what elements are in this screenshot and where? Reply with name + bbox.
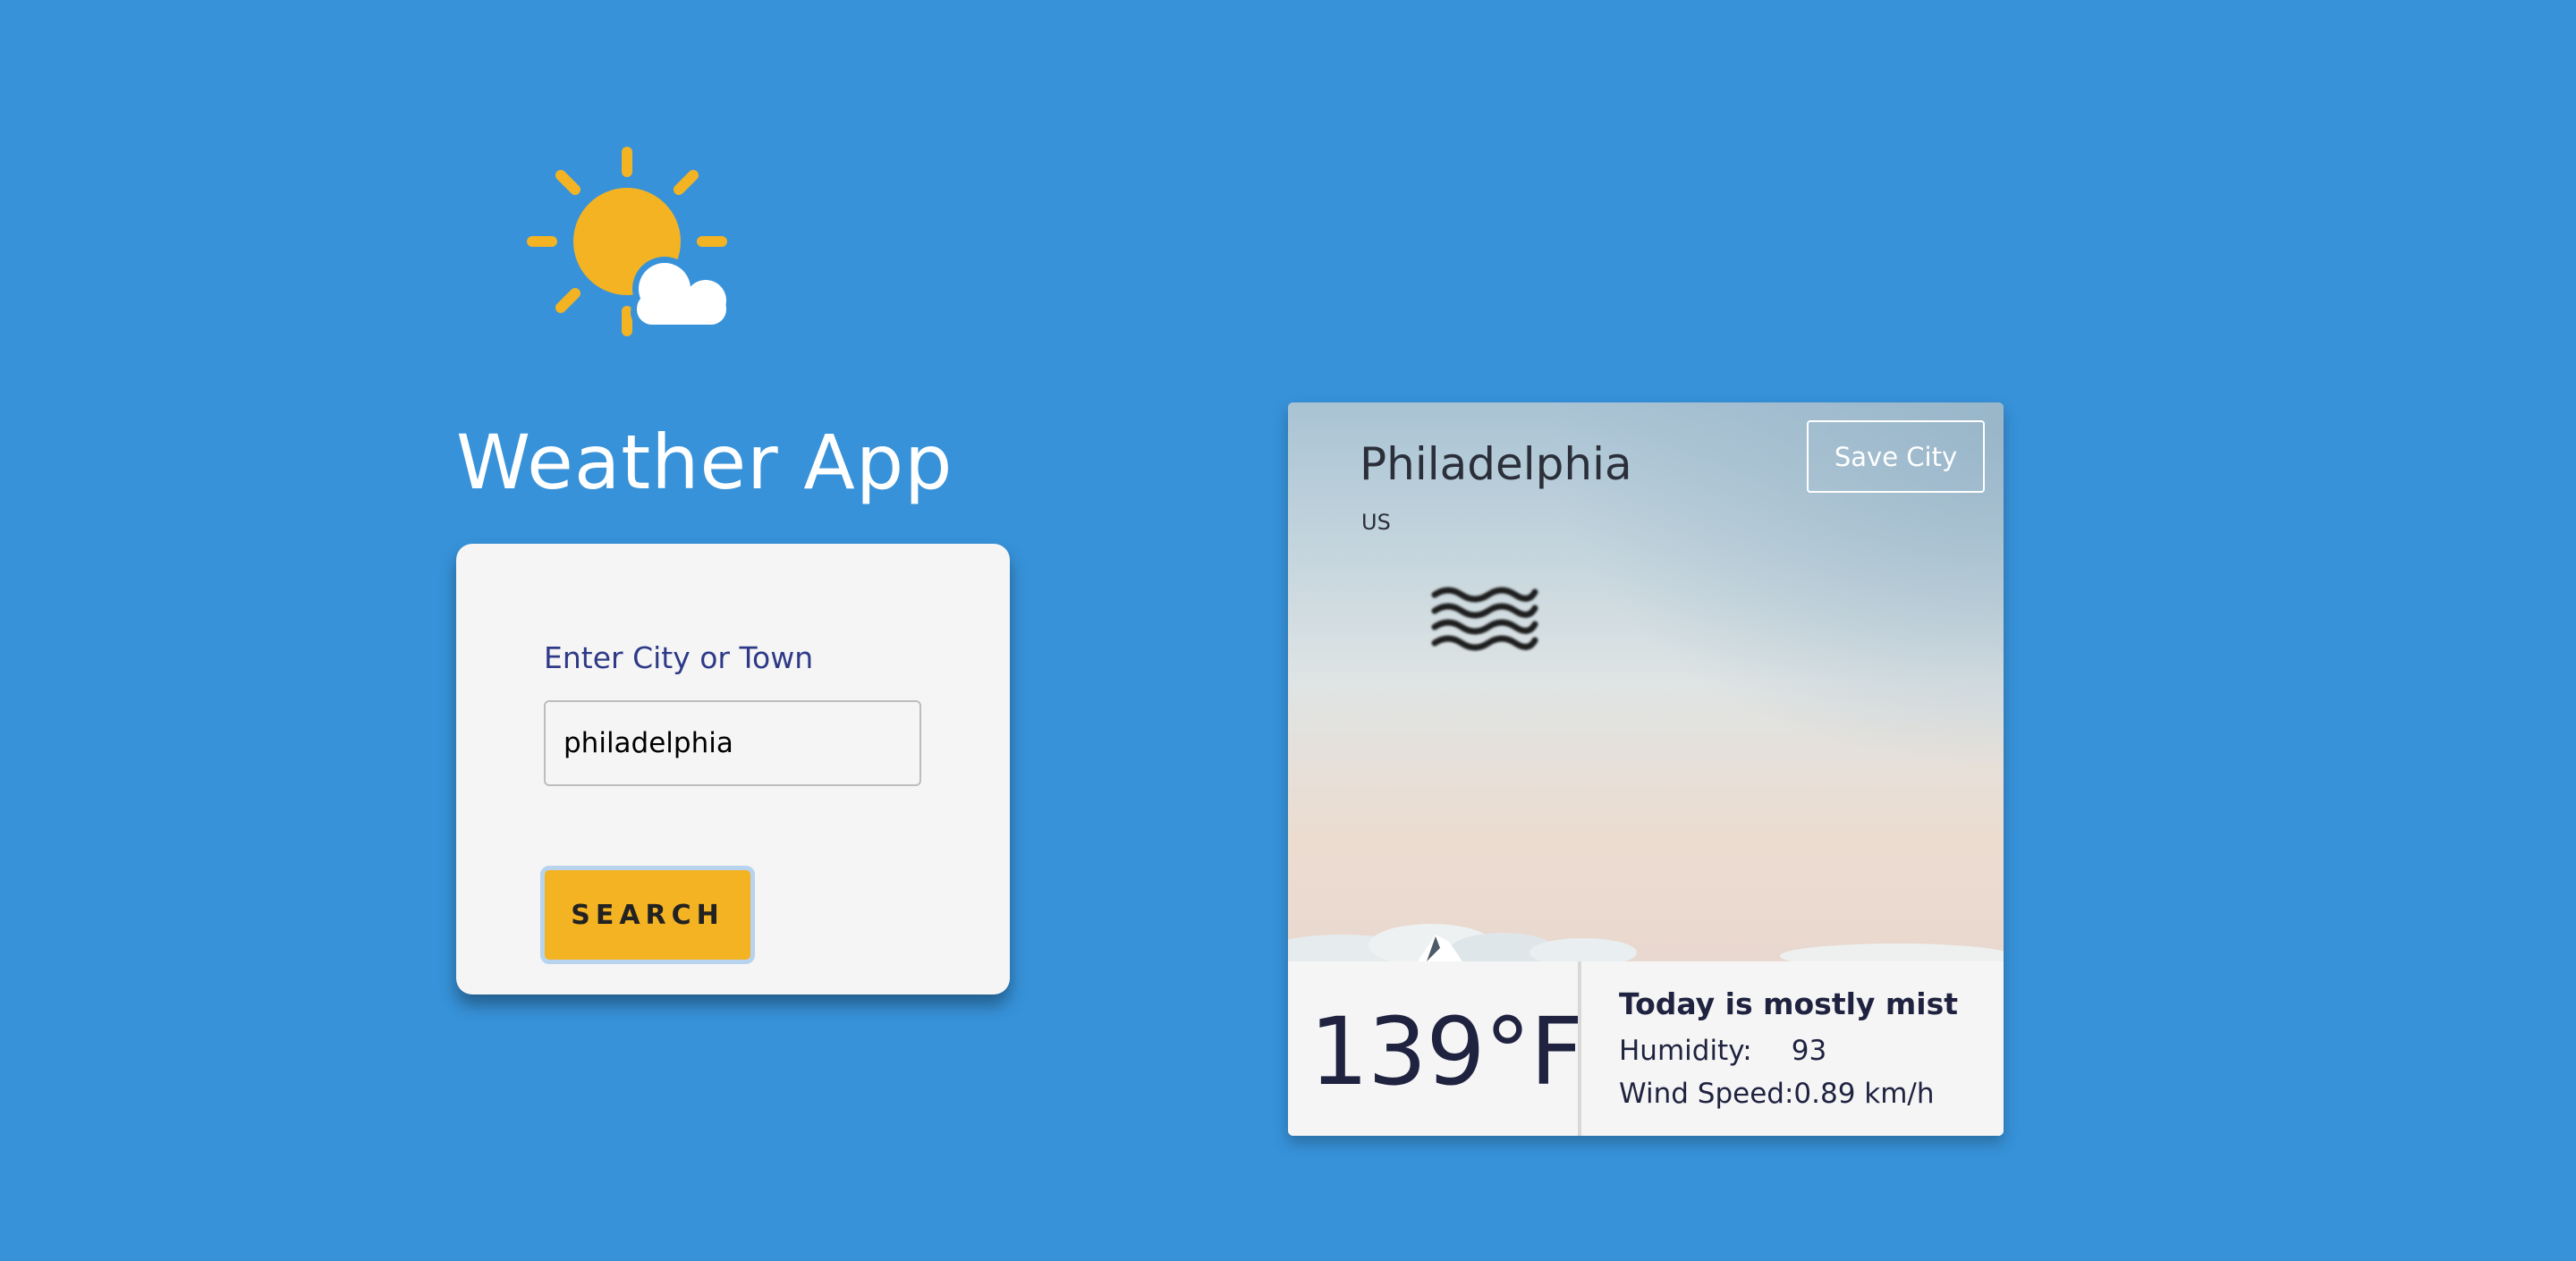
sun-cloud-logo-icon — [527, 147, 738, 336]
search-button[interactable]: SEARCH — [540, 866, 755, 964]
mist-icon — [1431, 587, 1538, 651]
wind-speed-label: Wind Speed: — [1619, 1078, 1794, 1110]
app-title: Weather App — [456, 419, 953, 506]
country-code: US — [1361, 510, 1391, 535]
search-card: Enter City or Town SEARCH — [456, 544, 1010, 994]
wind-speed-row: Wind Speed:0.89 km/h — [1619, 1078, 1935, 1110]
search-label: Enter City or Town — [544, 640, 814, 675]
wind-speed-value: 0.89 km/h — [1793, 1078, 1935, 1110]
humidity-label: Humidity: — [1619, 1035, 1752, 1067]
weather-background: Philadelphia US Save City — [1288, 402, 2004, 961]
clouds-illustration — [1288, 924, 2004, 961]
weather-card: Philadelphia US Save City 139°F Today is… — [1288, 402, 2004, 1136]
divider — [1578, 961, 1581, 1136]
humidity-value: 93 — [1791, 1035, 1827, 1067]
temperature: 139°F — [1309, 997, 1583, 1106]
weather-details: 139°F Today is mostly mist Humidity: 93 W… — [1288, 961, 2004, 1136]
save-city-button[interactable]: Save City — [1807, 420, 1985, 493]
page: Weather App Enter City or Town SEARCH Ph… — [0, 0, 2576, 1261]
humidity-row: Humidity: 93 — [1619, 1035, 1826, 1067]
weather-description: Today is mostly mist — [1619, 986, 1959, 1021]
city-search-input[interactable] — [544, 700, 921, 786]
city-name: Philadelphia — [1360, 438, 1632, 490]
